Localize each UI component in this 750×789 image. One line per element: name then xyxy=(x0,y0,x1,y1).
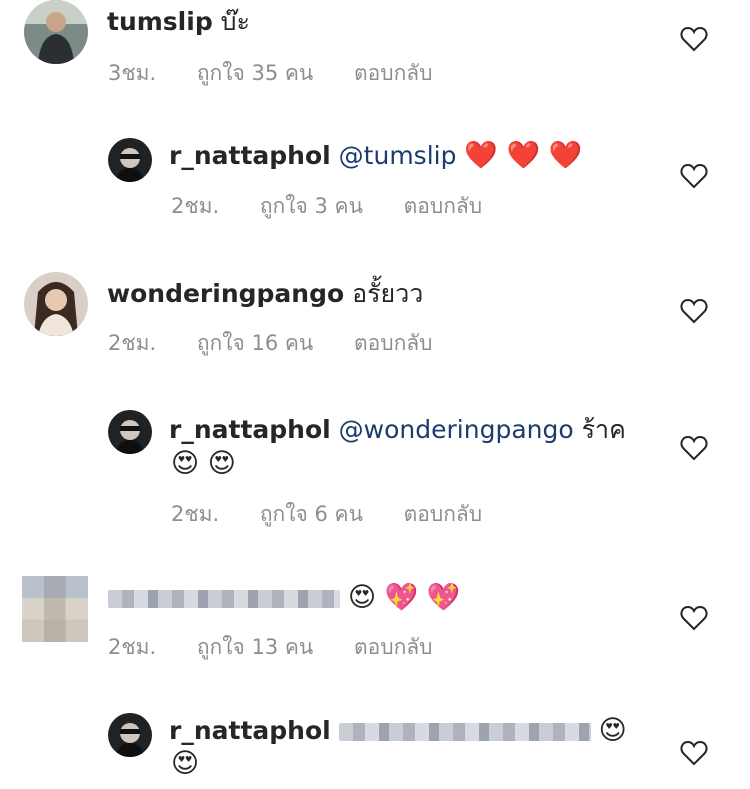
username[interactable]: r_nattaphol xyxy=(169,716,331,745)
likes-count[interactable]: ถูกใจ 3 คน xyxy=(260,194,363,218)
username[interactable]: r_nattaphol xyxy=(169,141,331,170)
likes-count[interactable]: ถูกใจ 6 คน xyxy=(260,502,363,526)
avatar-r-nattaphol[interactable] xyxy=(108,138,152,182)
timestamp: 3ชม. xyxy=(108,61,157,85)
comment-meta: 2ชม. ถูกใจ 16 คน ตอบกลับ xyxy=(108,327,466,360)
comment-body: ร้าค xyxy=(581,415,626,444)
emoji-heart-eyes: 😍 😍 xyxy=(171,448,236,479)
avatar-r-nattaphol[interactable] xyxy=(108,713,152,757)
timestamp: 2ชม. xyxy=(108,331,157,355)
comment-meta: 2ชม. ถูกใจ 13 คน ตอบกลับ xyxy=(108,631,466,664)
like-heart-icon[interactable] xyxy=(680,605,708,631)
likes-count[interactable]: ถูกใจ 13 คน xyxy=(197,635,313,659)
avatar-wonderingpango[interactable] xyxy=(24,272,88,336)
like-heart-icon[interactable] xyxy=(680,26,708,52)
reply-button[interactable]: ตอบกลับ xyxy=(404,502,483,526)
comment-meta: 2ชม. ถูกใจ 6 คน ตอบกลับ xyxy=(171,498,516,531)
reply-button[interactable]: ตอบกลับ xyxy=(354,61,433,85)
comment-body: อรั้ยวว xyxy=(352,279,424,308)
reply-button[interactable]: ตอบกลับ xyxy=(404,194,483,218)
like-heart-icon[interactable] xyxy=(680,298,708,324)
timestamp: 2ชม. xyxy=(171,502,220,526)
like-heart-icon[interactable] xyxy=(680,163,708,189)
avatar-r-nattaphol[interactable] xyxy=(108,410,152,454)
emoji-row: 😍 💖 💖 xyxy=(347,582,461,613)
username-redacted[interactable] xyxy=(108,590,340,608)
username[interactable]: tumslip xyxy=(107,7,213,36)
like-heart-icon[interactable] xyxy=(680,740,708,766)
comment-text: r_nattaphol 😍 xyxy=(169,715,627,747)
comment-body: บ๊ะ xyxy=(220,7,250,36)
comment-text: 😍 💖 💖 xyxy=(108,582,461,614)
reply-button[interactable]: ตอบกลับ xyxy=(354,331,433,355)
mention-redacted[interactable] xyxy=(338,723,591,741)
timestamp: 2ชม. xyxy=(171,194,220,218)
timestamp: 2ชม. xyxy=(108,635,157,659)
comment-text: tumslip บ๊ะ xyxy=(107,6,250,38)
emoji-hearts: ❤️ ❤️ ❤️ xyxy=(464,140,583,171)
reply-button[interactable]: ตอบกลับ xyxy=(354,635,433,659)
mention-link[interactable]: @wonderingpango xyxy=(339,415,574,444)
mention-link[interactable]: @tumslip xyxy=(339,141,457,170)
emoji-heart-eyes: 😍 xyxy=(598,715,627,746)
username[interactable]: r_nattaphol xyxy=(169,415,331,444)
comment-meta: 2ชม. ถูกใจ 3 คน ตอบกลับ xyxy=(171,190,516,223)
avatar-tumslip[interactable] xyxy=(24,0,88,64)
avatar-pixelated[interactable] xyxy=(22,576,88,642)
username[interactable]: wonderingpango xyxy=(107,279,344,308)
comment-text: wonderingpango อรั้ยวว xyxy=(107,278,423,310)
likes-count[interactable]: ถูกใจ 35 คน xyxy=(197,61,313,85)
likes-count[interactable]: ถูกใจ 16 คน xyxy=(197,331,313,355)
comment-text: r_nattaphol @tumslip ❤️ ❤️ ❤️ xyxy=(169,140,582,172)
comment-meta: 3ชม. ถูกใจ 35 คน ตอบกลับ xyxy=(108,57,466,90)
emoji-heart-eyes: 😍 xyxy=(171,748,200,779)
comment-text: r_nattaphol @wonderingpango ร้าค xyxy=(169,414,626,446)
like-heart-icon[interactable] xyxy=(680,435,708,461)
